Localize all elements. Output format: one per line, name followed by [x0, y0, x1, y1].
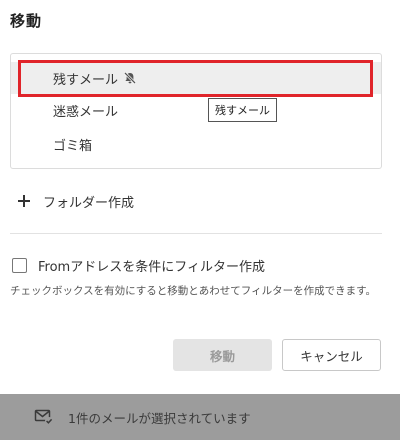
folder-item-label: ゴミ箱 [53, 138, 93, 154]
add-folder-button[interactable]: フォルダー作成 [18, 190, 134, 212]
cancel-button[interactable]: キャンセル [282, 339, 381, 371]
plus-icon [18, 194, 32, 208]
add-folder-label: フォルダー作成 [43, 195, 135, 211]
mail-check-icon [34, 408, 54, 426]
filter-checkbox-label: Fromアドレスを条件にフィルター作成 [38, 259, 265, 275]
selection-status-text: 1件のメールが選択されています [68, 410, 251, 426]
divider [10, 233, 382, 234]
filter-checkbox[interactable] [12, 257, 27, 273]
move-button[interactable]: 移動 [173, 339, 272, 371]
folder-item-spam[interactable]: 迷惑メール [11, 94, 381, 126]
dialog-title: 移動 [10, 12, 43, 30]
filter-help-text: チェックボックスを有効にすると移動とあわせてフィルターを作成できます。 [10, 285, 377, 297]
folder-list: 残すメール 迷惑メール ゴミ箱 [10, 53, 382, 169]
bell-slash-icon [123, 71, 137, 85]
folder-item-label: 迷惑メール [53, 104, 119, 120]
filter-option[interactable]: Fromアドレスを条件にフィルター作成 [12, 255, 265, 275]
selection-status-bar: 1件のメールが選択されています [0, 394, 400, 440]
folder-item-trash[interactable]: ゴミ箱 [11, 128, 381, 160]
move-dialog: 移動 残すメール 迷惑メール ゴミ箱 残すメール フォルダー作成 Fromアドレ… [0, 0, 400, 394]
folder-item-label: 残すメール [53, 72, 119, 88]
folder-item-keep[interactable]: 残すメール [11, 62, 381, 94]
folder-tooltip: 残すメール [208, 98, 277, 122]
